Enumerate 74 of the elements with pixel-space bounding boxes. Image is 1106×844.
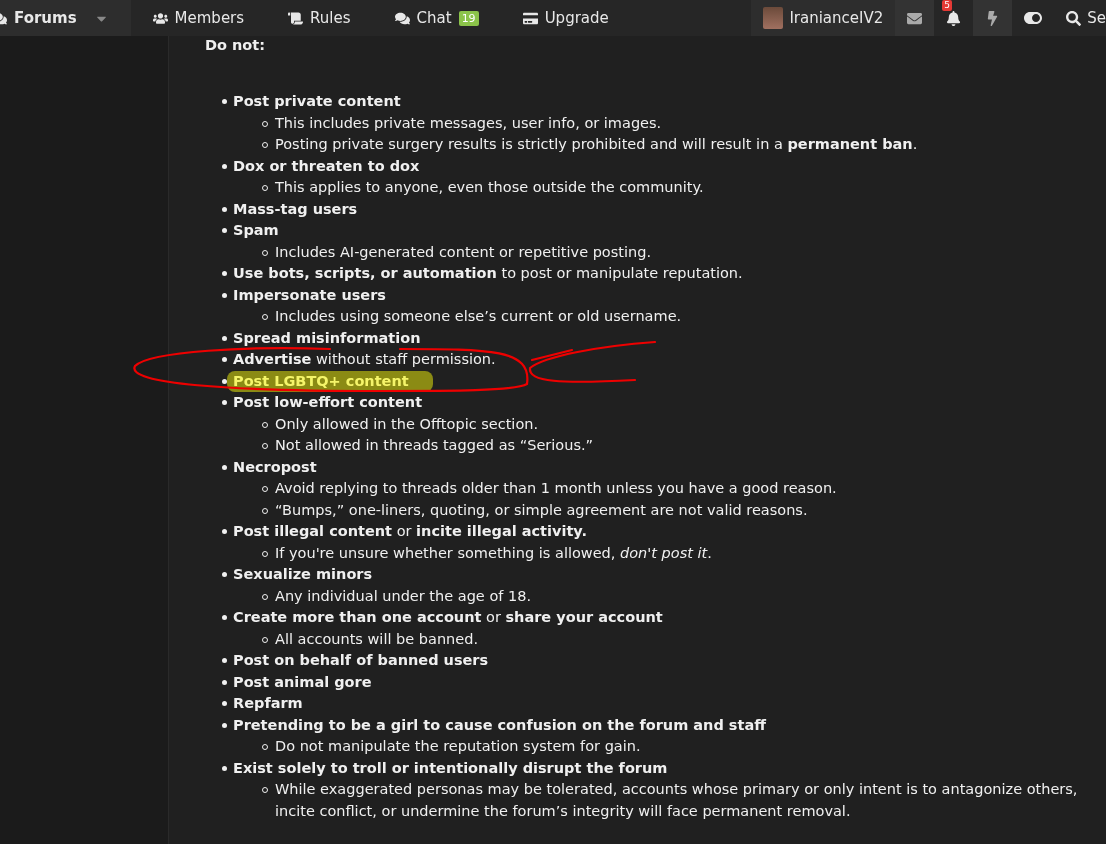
rule-detail: Do not manipulate the reputation system for gain. <box>275 737 641 756</box>
rule-detail: Posting private surgery results is strictly prohibited and will result in a permanent ban. <box>275 135 918 154</box>
rule-text: Necropost <box>233 457 317 477</box>
bullet <box>222 722 227 728</box>
bullet <box>222 658 227 664</box>
rule-detail: “Bumps,” one-liners, quoting, or simple agreement are not valid reasons. <box>275 500 808 520</box>
bullet <box>222 228 227 234</box>
rule-text: Advertise without staff permission. <box>233 350 496 369</box>
bell-icon <box>946 10 962 26</box>
alerts-count-badge: 5 <box>942 0 952 11</box>
nav-icon <box>152 10 168 26</box>
rule-detail: Includes AI-generated content or repetitive posting. <box>275 242 652 262</box>
rule-detail: While exaggerated personas may be tolerated, accounts whose primary or only intent is to antagonize others, incite conflict, or undermine the forum’s integrity will face permanent removal. <box>275 780 1079 821</box>
rule-text: Post LGBTQ+ content <box>227 370 433 392</box>
search-button[interactable]: Se <box>1054 0 1106 36</box>
rule-text: Exist solely to troll or intentionally disrupt the forum <box>233 758 668 778</box>
rule-detail: This applies to anyone, even those outside the community. <box>275 178 704 197</box>
bullet <box>222 701 227 707</box>
bullet <box>222 679 227 685</box>
inbox-button[interactable] <box>895 0 935 36</box>
section-heading: Do not: <box>205 36 267 54</box>
rule-detail: This includes private messages, user info, or images. <box>275 113 662 133</box>
nav-tab[interactable]: Chat 19 <box>372 0 501 36</box>
user-menu[interactable]: IranianceIV2 <box>751 0 896 36</box>
rule-text: Pretending to be a girl to cause confusion on the forum and staff <box>233 715 766 735</box>
alerts-button[interactable]: 5 <box>934 0 974 36</box>
chat-count-badge: 19 <box>458 10 479 26</box>
nav-tab[interactable]: Rules <box>266 0 373 36</box>
search-icon <box>1066 10 1082 26</box>
rule-text: Spam <box>233 221 279 240</box>
rule-text: Post on behalf of banned users <box>233 651 489 670</box>
nav-tab[interactable]: Forums <box>0 0 131 36</box>
bullet <box>222 765 227 771</box>
rule-detail: Includes using someone else’s current or old username. <box>275 307 682 326</box>
bullet <box>222 163 227 169</box>
rule-text: Repfarm <box>233 694 303 713</box>
nav-tab[interactable]: Members <box>130 0 267 36</box>
rule-text: Mass-tag users <box>233 199 358 219</box>
bullet <box>222 206 227 212</box>
nav-icon <box>288 10 304 26</box>
rule-text: Sexualize minors <box>233 565 373 584</box>
bullet <box>222 335 227 341</box>
rule-detail: Avoid replying to threads older than 1 month unless you have a good reason. <box>275 479 837 498</box>
rule-text: Post low-effort content <box>233 393 423 412</box>
bullet <box>222 99 227 105</box>
bullet <box>222 464 227 470</box>
bullet <box>222 378 227 384</box>
rule-text: Post private content <box>233 92 401 111</box>
rule-detail: Not allowed in threads tagged as “Serious.” <box>275 436 594 455</box>
envelope-icon <box>907 10 923 26</box>
rule-text: Post animal gore <box>233 672 372 692</box>
nav-icon <box>522 10 538 26</box>
rule-detail: All accounts will be banned. <box>275 629 478 649</box>
bullet <box>222 572 227 578</box>
rule-detail: If you're unsure whether something is allowed, don't post it. <box>275 543 712 563</box>
rule-text: Create more than one account or share your account <box>233 608 663 627</box>
avatar <box>763 7 784 29</box>
bullet <box>222 529 227 535</box>
rule-detail: Any individual under the age of 18. <box>275 586 532 606</box>
rule-text: Use bots, scripts, or automation to post or manipulate reputation. <box>233 264 743 283</box>
bullet <box>222 615 227 621</box>
nav-tab[interactable]: Upgrade <box>500 0 631 36</box>
bullet <box>222 271 227 277</box>
bullet <box>222 292 227 298</box>
bolt-button[interactable] <box>973 0 1013 36</box>
rule-text: Dox or threaten to dox <box>233 156 420 176</box>
bullet <box>222 357 227 363</box>
nav-icon <box>394 10 410 26</box>
rule-text: Spread misinformation <box>233 328 421 348</box>
bullet <box>222 400 227 406</box>
rule-text: Post illegal content or incite illegal activity. <box>233 522 587 541</box>
rule-detail: Only allowed in the Offtopic section. <box>275 414 539 434</box>
toggle-icon <box>1024 9 1043 27</box>
rule-text: Impersonate users <box>233 285 386 305</box>
